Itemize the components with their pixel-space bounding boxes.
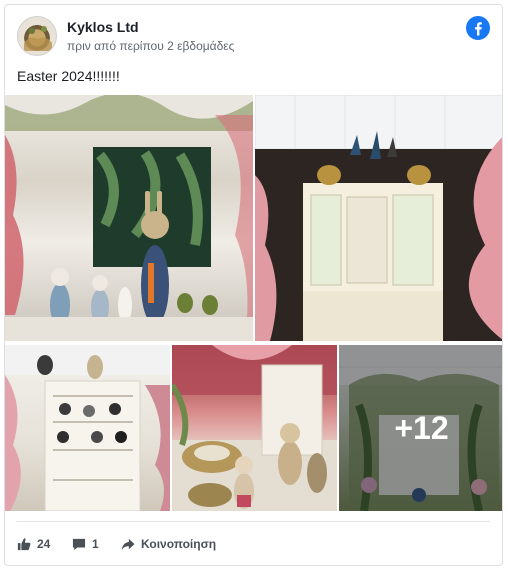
more-photos-count: +12 xyxy=(394,409,449,446)
photo-4[interactable] xyxy=(172,345,337,511)
avatar[interactable] xyxy=(17,16,57,56)
post-timestamp[interactable]: πριν από περίπου 2 εβδομάδες xyxy=(67,39,234,53)
facebook-icon[interactable] xyxy=(466,16,490,40)
photo-5[interactable]: +12 xyxy=(339,345,502,511)
photo-3[interactable] xyxy=(5,345,170,511)
more-photos-overlay[interactable]: +12 xyxy=(339,345,502,511)
share-label: Κοινοποίηση xyxy=(141,537,217,551)
share-arrow-icon xyxy=(121,538,135,550)
post-card: Kyklos Ltd πριν από περίπου 2 εβδομάδες … xyxy=(4,4,503,566)
like-button[interactable]: 24 xyxy=(17,532,50,556)
comment-button[interactable]: 1 xyxy=(72,532,99,556)
post-header: Kyklos Ltd πριν από περίπου 2 εβδομάδες xyxy=(17,16,490,56)
photo-1[interactable] xyxy=(5,95,253,341)
post-actions: 24 1 Κοινοποίηση xyxy=(17,532,487,556)
post-text: Easter 2024!!!!!!! xyxy=(17,68,120,84)
share-button[interactable]: Κοινοποίηση xyxy=(121,532,216,556)
author-name[interactable]: Kyklos Ltd xyxy=(67,19,139,35)
actions-divider xyxy=(17,521,490,522)
like-count: 24 xyxy=(37,537,51,551)
comment-count: 1 xyxy=(92,537,99,551)
comment-bubble-icon xyxy=(72,538,86,550)
thumbs-up-icon xyxy=(17,538,31,551)
photo-2[interactable] xyxy=(255,95,502,341)
photo-gallery: +12 xyxy=(5,95,502,511)
